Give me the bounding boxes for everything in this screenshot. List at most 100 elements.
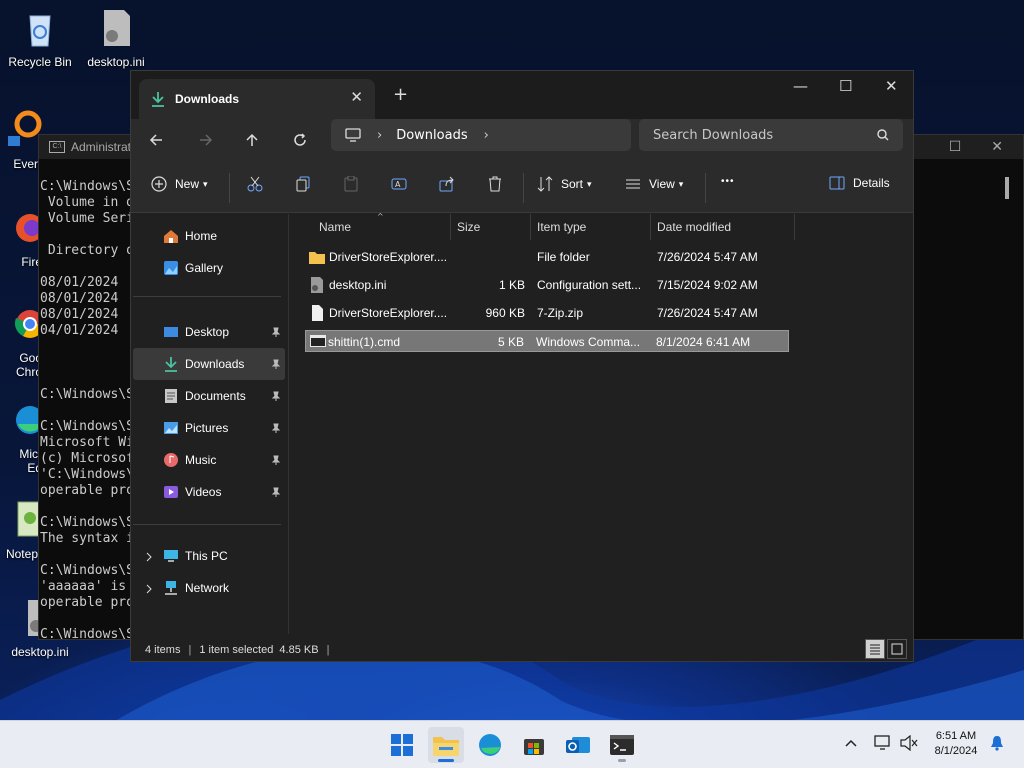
- tab-downloads[interactable]: Downloads ✕: [139, 79, 375, 119]
- pin-icon[interactable]: [271, 358, 281, 372]
- chevron-down-icon: ▾: [587, 178, 592, 189]
- column-header-type[interactable]: Item type: [531, 214, 651, 240]
- desktop-icon-desktop-ini[interactable]: desktop.ini: [76, 8, 156, 69]
- desktop-icon: [164, 327, 178, 337]
- volume-muted-icon[interactable]: [900, 734, 918, 755]
- column-header-size[interactable]: Size: [451, 214, 531, 240]
- chevron-right-icon[interactable]: ›: [484, 128, 489, 143]
- maximize-icon[interactable]: ☐: [949, 139, 962, 155]
- sidebar-item-desktop[interactable]: Desktop: [133, 316, 285, 348]
- sidebar-item-label: Home: [185, 229, 218, 243]
- system-clock[interactable]: 6:51 AM 8/1/2024: [924, 729, 988, 759]
- sidebar-item-home[interactable]: Home: [133, 220, 285, 252]
- download-icon: [152, 92, 164, 107]
- refresh-button[interactable]: [287, 127, 313, 153]
- command-bar: New ▾ A Sort ▾ View ▾ ••• Details: [131, 161, 913, 213]
- sidebar-item-music[interactable]: Music: [133, 444, 285, 476]
- trash-icon: [489, 176, 501, 192]
- sidebar-item-label: Music: [185, 453, 217, 467]
- share-button[interactable]: [439, 176, 455, 192]
- home-icon: [164, 230, 178, 243]
- paste-button[interactable]: [343, 176, 359, 192]
- details-view-button[interactable]: [865, 639, 885, 659]
- desktop-icon-recycle-bin[interactable]: Recycle Bin: [0, 8, 80, 69]
- search-input[interactable]: Search Downloads: [639, 119, 903, 151]
- file-explorer-window[interactable]: Downloads ✕ + — ☐ ✕ › Downloads › Search…: [130, 70, 914, 662]
- close-icon[interactable]: ✕: [885, 77, 898, 95]
- sidebar-item-label: Documents: [185, 389, 246, 403]
- pin-icon[interactable]: [271, 454, 281, 468]
- sidebar-item-documents[interactable]: Documents: [133, 380, 285, 412]
- pin-icon[interactable]: [271, 486, 281, 500]
- minimize-icon[interactable]: —: [793, 77, 808, 95]
- store-icon: [524, 739, 544, 755]
- details-pane-button[interactable]: Details: [829, 176, 890, 190]
- copy-button[interactable]: [295, 176, 311, 192]
- chevron-right-icon[interactable]: [145, 551, 153, 565]
- maximize-icon[interactable]: ☐: [839, 77, 852, 95]
- file-type: Windows Comma...: [536, 335, 641, 349]
- tiles-view-button[interactable]: [887, 639, 907, 659]
- pin-icon[interactable]: [271, 326, 281, 340]
- chevron-down-icon: ▾: [678, 178, 684, 189]
- view-button[interactable]: View ▾: [625, 176, 683, 192]
- taskbar-outlook[interactable]: [560, 727, 596, 763]
- new-button[interactable]: New ▾: [151, 176, 208, 192]
- column-header-date[interactable]: Date modified: [651, 214, 795, 240]
- sidebar-item-network[interactable]: Network: [133, 572, 285, 604]
- notification-bell-icon[interactable]: [990, 735, 1004, 755]
- rename-button[interactable]: A: [391, 176, 407, 192]
- sidebar-item-videos[interactable]: Videos: [133, 476, 285, 508]
- pin-icon[interactable]: [271, 390, 281, 404]
- sort-button[interactable]: Sort ▾: [537, 176, 592, 192]
- desktop-icon-label: desktop.ini: [87, 55, 145, 69]
- chevron-up-icon[interactable]: [844, 735, 858, 754]
- status-bar: 4 items | 1 item selected 4.85 KB |: [131, 637, 913, 663]
- table-row-selected[interactable]: shittin(1).cmd 5 KB Windows Comma... 8/1…: [305, 330, 789, 352]
- cut-button[interactable]: [247, 176, 263, 192]
- pin-icon[interactable]: [271, 422, 281, 436]
- selection-info: 1 item selected 4.85 KB: [199, 644, 319, 656]
- running-indicator: [618, 759, 626, 762]
- arrow-left-icon: [149, 134, 162, 146]
- taskbar-file-explorer[interactable]: [428, 727, 464, 763]
- chevron-right-icon[interactable]: [145, 583, 153, 597]
- details-pane-icon: [829, 176, 845, 190]
- sidebar-item-pictures[interactable]: Pictures: [133, 412, 285, 444]
- taskbar-edge[interactable]: [472, 727, 508, 763]
- back-button[interactable]: [143, 127, 169, 153]
- sidebar-item-downloads[interactable]: Downloads: [133, 348, 285, 380]
- address-bar[interactable]: › Downloads ›: [331, 119, 631, 151]
- scissors-icon: [247, 176, 263, 192]
- sidebar-item-label: Pictures: [185, 421, 229, 435]
- navigation-pane: Home Gallery Desktop Downloads Documents…: [131, 214, 289, 634]
- more-options-button[interactable]: •••: [721, 176, 735, 187]
- gallery-icon: [164, 261, 178, 275]
- sidebar-item-gallery[interactable]: Gallery: [133, 252, 285, 284]
- network-status-icon[interactable]: [874, 735, 892, 755]
- file-type: 7-Zip.zip: [537, 306, 584, 320]
- up-button[interactable]: [239, 127, 265, 153]
- cmd-icon: C:\: [49, 141, 65, 153]
- start-button[interactable]: [384, 727, 420, 763]
- forward-button[interactable]: [193, 127, 219, 153]
- table-row[interactable]: DriverStoreExplorer.... 960 KB 7-Zip.zip…: [305, 302, 789, 324]
- taskbar-store[interactable]: [516, 727, 552, 763]
- svg-text:A: A: [395, 180, 401, 189]
- taskbar-terminal[interactable]: [604, 727, 640, 763]
- cmd-file-icon: [310, 335, 326, 347]
- table-row[interactable]: desktop.ini 1 KB Configuration sett... 7…: [305, 274, 789, 296]
- close-icon[interactable]: ✕: [991, 139, 1003, 155]
- pictures-icon: [164, 422, 178, 434]
- file-name: desktop.ini: [329, 278, 387, 292]
- column-header-name[interactable]: Name: [313, 214, 451, 240]
- close-tab-icon[interactable]: ✕: [350, 88, 363, 106]
- table-row[interactable]: DriverStoreExplorer.... File folder 7/26…: [305, 246, 789, 268]
- status-divider: |: [188, 644, 192, 656]
- delete-button[interactable]: [487, 176, 503, 192]
- sidebar-item-this-pc[interactable]: This PC: [133, 540, 285, 572]
- new-tab-button[interactable]: +: [393, 84, 408, 105]
- address-path[interactable]: Downloads: [396, 128, 467, 143]
- cmd-scrollbar[interactable]: [1005, 177, 1009, 199]
- list-view-icon: [870, 644, 880, 655]
